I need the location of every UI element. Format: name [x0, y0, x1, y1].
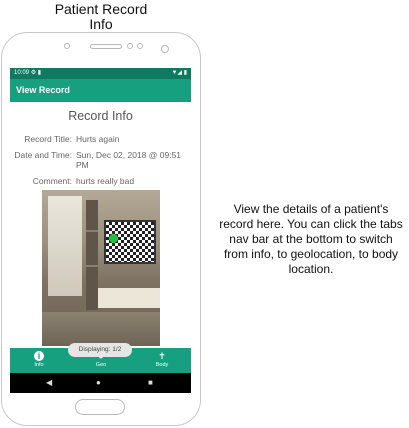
record-info-heading: Record Info: [68, 109, 133, 123]
tab-body-label: Body: [155, 362, 169, 368]
record-title-label: Record Title:: [24, 134, 72, 144]
body-icon: ✝: [158, 351, 166, 361]
tab-info-label: Info: [34, 362, 44, 368]
earpiece-speaker: [90, 44, 122, 49]
app-bar-title: View Record: [16, 85, 70, 95]
app-bar: View Record: [10, 79, 191, 102]
status-time: 10:09: [14, 70, 30, 76]
phone-screen: 10:09 ⚙ ▮ ▼◢ ▮ View Record Record Info R…: [10, 68, 191, 393]
caption-description: View the details of a patient's record h…: [219, 202, 403, 276]
tab-body[interactable]: ✝ Body: [137, 348, 187, 373]
comment-value: hurts really bad: [76, 176, 135, 186]
record-title-value: Hurts again: [76, 134, 120, 144]
photo-marker: [109, 234, 118, 243]
front-camera: [161, 45, 169, 53]
hardware-home-button[interactable]: [75, 399, 125, 415]
sensor-dot: [137, 43, 143, 49]
recent-apps-icon[interactable]: ■: [148, 377, 153, 389]
photo-window: [48, 196, 82, 296]
status-bar: 10:09 ⚙ ▮ ▼◢ ▮: [10, 68, 191, 79]
photo-cabinet: [98, 288, 160, 308]
sd-card-icon: ▮: [37, 70, 42, 76]
battery-icon: ▮: [183, 70, 187, 76]
record-photo[interactable]: [42, 190, 160, 346]
back-icon[interactable]: ◀: [46, 377, 52, 389]
sensor-dot: [64, 43, 70, 49]
info-icon: i: [34, 351, 44, 361]
comment-label: Comment:: [32, 176, 72, 186]
caption-title: Patient Record Info: [40, 2, 162, 32]
photo-floor: [42, 312, 160, 346]
tab-geo-label: Geo: [95, 362, 107, 368]
displaying-toast: Displaying: 1/2: [68, 343, 132, 357]
sensor-dot: [127, 43, 133, 49]
tab-info[interactable]: i Info: [14, 348, 64, 373]
photo-shelf: [86, 200, 98, 310]
system-nav-bar: ◀ ● ■: [10, 373, 191, 393]
caption-title-line2: Info: [89, 16, 113, 32]
signal-icon: ◢: [177, 70, 183, 76]
home-icon[interactable]: ●: [96, 377, 101, 389]
settings-icon: ⚙: [30, 70, 37, 76]
date-time-value: Sun, Dec 02, 2018 @ 09:51 PM: [76, 150, 182, 170]
date-time-label: Date and Time:: [14, 150, 72, 160]
caption-title-line1: Patient Record: [54, 1, 148, 17]
